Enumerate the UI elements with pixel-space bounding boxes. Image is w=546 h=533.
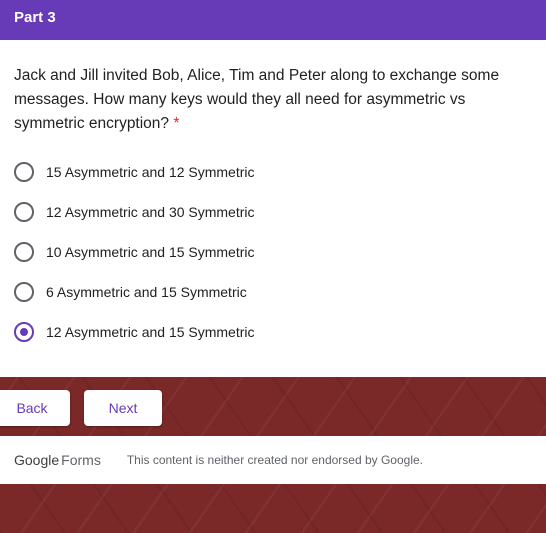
option-label: 6 Asymmetric and 15 Symmetric (46, 284, 247, 300)
option-label: 15 Asymmetric and 12 Symmetric (46, 164, 255, 180)
option-6-asym-15-sym[interactable]: 6 Asymmetric and 15 Symmetric (14, 280, 414, 304)
question-text: Jack and Jill invited Bob, Alice, Tim an… (14, 67, 500, 132)
option-12-asym-15-sym[interactable]: 12 Asymmetric and 15 Symmetric (14, 320, 414, 344)
disclaimer-text: This content is neither created nor endo… (126, 453, 424, 467)
radio-button[interactable] (14, 242, 34, 262)
option-label: 12 Asymmetric and 30 Symmetric (46, 204, 255, 220)
back-button[interactable]: Back (0, 390, 70, 426)
radio-button[interactable] (14, 202, 34, 222)
question-card: Jack and Jill invited Bob, Alice, Tim an… (0, 40, 546, 377)
option-15-asym-12-sym[interactable]: 15 Asymmetric and 12 Symmetric (14, 160, 414, 184)
logo-google-text: Google (14, 452, 60, 468)
section-header: Part 3 (0, 0, 546, 40)
question-text-block: Jack and Jill invited Bob, Alice, Tim an… (14, 64, 534, 136)
logo-forms-text: Forms (61, 452, 101, 468)
option-label: 10 Asymmetric and 15 Symmetric (46, 244, 255, 260)
radio-button-selected[interactable] (14, 322, 34, 342)
radio-button[interactable] (14, 282, 34, 302)
footer: Google Forms This content is neither cre… (0, 436, 546, 484)
section-title: Part 3 (14, 9, 56, 26)
option-12-asym-30-sym[interactable]: 12 Asymmetric and 30 Symmetric (14, 200, 414, 224)
option-10-asym-15-sym[interactable]: 10 Asymmetric and 15 Symmetric (14, 240, 414, 264)
radio-button[interactable] (14, 162, 34, 182)
google-forms-logo[interactable]: Google Forms (14, 452, 101, 468)
next-button[interactable]: Next (84, 390, 162, 426)
option-label: 12 Asymmetric and 15 Symmetric (46, 324, 255, 340)
required-asterisk: * (173, 115, 180, 132)
